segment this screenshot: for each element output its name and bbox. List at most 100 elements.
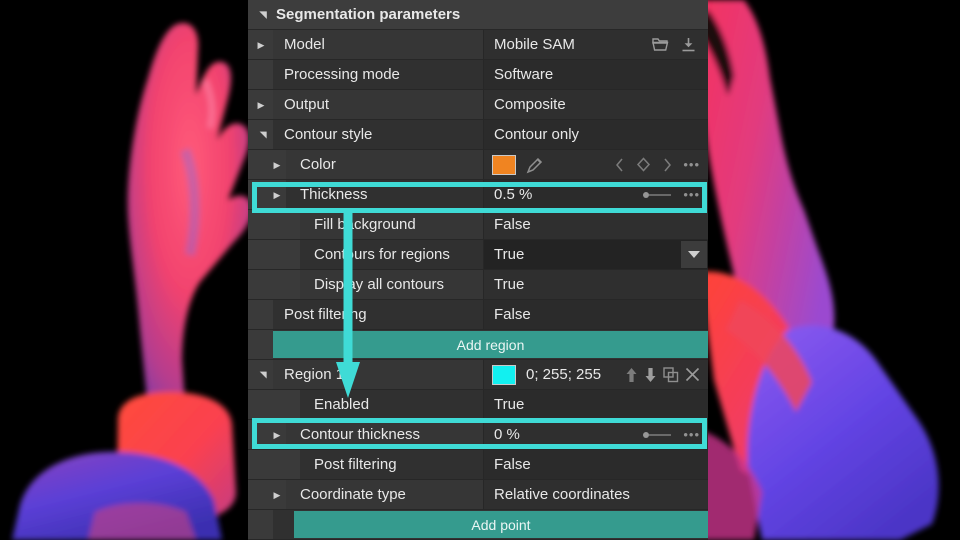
contour-style-expander-icon[interactable] [254,120,268,149]
property-value-cell[interactable]: True [483,240,708,269]
property-value: Software [494,65,554,83]
property-label: Output [284,96,330,113]
property-name-cell: Enabled [248,390,483,419]
property-name-cell: Post filtering [248,450,483,479]
property-value-cell[interactable]: False [483,450,708,479]
property-name-cell: Display all contours [248,270,483,299]
slider-icon[interactable] [643,431,672,438]
coordinate-type-expander-icon[interactable] [270,480,284,509]
contour-thickness-expander-icon[interactable] [270,420,284,449]
property-label: Fill background [314,216,416,233]
next-keyframe-icon[interactable] [661,158,673,172]
property-value-cell[interactable]: False [483,300,708,329]
property-value-cell[interactable]: Mobile SAM [483,30,708,59]
more-options-icon[interactable]: ••• [683,158,700,171]
property-row-processing-mode[interactable]: Processing mode Software [248,60,708,90]
property-value: False [494,305,531,323]
more-options-icon[interactable]: ••• [683,188,700,201]
property-value-cell[interactable]: Contour only [483,120,708,149]
property-row-output[interactable]: Output Composite [248,90,708,120]
property-label: Contour style [284,126,373,143]
property-row-fill-background[interactable]: Fill background False [248,210,708,240]
property-row-region-post-filtering[interactable]: Post filtering False [248,450,708,480]
property-value-cell[interactable]: ••• [483,150,708,179]
property-row-contour-thickness[interactable]: Contour thickness 0 % ••• [248,420,708,450]
property-row-display-all-contours[interactable]: Display all contours True [248,270,708,300]
property-value-cell[interactable]: False [483,210,708,239]
property-value: Relative coordinates [494,485,630,503]
property-row-contours-for-regions[interactable]: Contours for regions True [248,240,708,270]
region-label: Region 1 [284,366,345,383]
property-label: Thickness [300,186,368,203]
thermal-image-right [700,0,960,540]
property-value: False [494,215,531,233]
property-value: Contour only [494,125,580,143]
output-expander-icon[interactable] [254,90,268,119]
property-value-cell[interactable]: 0 % ••• [483,420,708,449]
property-row-contour-style[interactable]: Contour style Contour only [248,120,708,150]
eyedropper-icon[interactable] [526,156,544,174]
property-value: 0.5 % [494,185,533,203]
property-row-color[interactable]: Color ••• [248,150,708,180]
dropdown-chevron-icon[interactable] [681,241,707,268]
property-name-cell: Contour thickness [248,420,483,449]
property-name-cell: Contour style [248,120,483,149]
property-name-cell: Color [248,150,483,179]
property-label: Coordinate type [300,486,406,503]
region-color-swatch[interactable] [492,364,516,385]
folder-open-icon[interactable] [652,37,669,52]
property-value-cell[interactable]: Composite [483,90,708,119]
property-value-cell[interactable]: Software [483,60,708,89]
region-expander-icon[interactable] [254,360,268,389]
property-value: Mobile SAM [494,35,575,53]
property-value: True [494,395,525,413]
property-label: Post filtering [284,306,367,323]
property-value-cell[interactable]: 0.5 % ••• [483,180,708,209]
property-name-cell: Contours for regions [248,240,483,269]
property-value: True [494,245,525,263]
segmentation-parameters-panel: Segmentation parameters Model Mobile SAM [248,0,708,540]
property-value-cell[interactable]: 0; 255; 255 [483,360,708,389]
property-value: 0 % [494,425,520,443]
property-label: Processing mode [284,66,400,83]
property-value-cell[interactable]: Relative coordinates [483,480,708,509]
property-name-cell: Coordinate type [248,480,483,509]
download-icon[interactable] [681,37,696,52]
add-region-row: Add region [248,330,708,360]
screenshot-root: Segmentation parameters Model Mobile SAM [0,0,960,540]
panel-header[interactable]: Segmentation parameters [248,0,708,30]
keyframe-diamond-icon[interactable] [636,157,651,172]
color-expander-icon[interactable] [270,150,284,179]
move-up-icon[interactable] [625,367,638,383]
property-label: Display all contours [314,276,445,293]
color-swatch[interactable] [492,154,516,175]
property-row-post-filtering[interactable]: Post filtering False [248,300,708,330]
add-region-button[interactable]: Add region [273,331,708,358]
property-row-enabled[interactable]: Enabled True [248,390,708,420]
property-row-thickness[interactable]: Thickness 0.5 % ••• [248,180,708,210]
property-label: Model [284,36,325,53]
property-row-model[interactable]: Model Mobile SAM [248,30,708,60]
thermal-image-left [0,0,260,540]
property-value: False [494,455,531,473]
property-name-cell: Post filtering [248,300,483,329]
add-point-button[interactable]: Add point [294,511,708,538]
slider-icon[interactable] [643,191,672,198]
property-name-cell: Processing mode [248,60,483,89]
prev-keyframe-icon[interactable] [614,158,626,172]
property-name-cell: Output [248,90,483,119]
delete-icon[interactable] [685,367,700,382]
model-expander-icon[interactable] [254,30,268,59]
header-expander-icon[interactable] [254,0,268,29]
property-value: True [494,275,525,293]
property-value-cell[interactable]: True [483,270,708,299]
property-row-region[interactable]: Region 1 0; 255; 255 [248,360,708,390]
move-down-icon[interactable] [644,367,657,383]
property-value-cell[interactable]: True [483,390,708,419]
duplicate-icon[interactable] [663,366,679,383]
property-label: Color [300,156,336,173]
property-row-coordinate-type[interactable]: Coordinate type Relative coordinates [248,480,708,510]
thickness-expander-icon[interactable] [270,180,284,209]
property-value: Composite [494,95,566,113]
more-options-icon[interactable]: ••• [683,428,700,441]
